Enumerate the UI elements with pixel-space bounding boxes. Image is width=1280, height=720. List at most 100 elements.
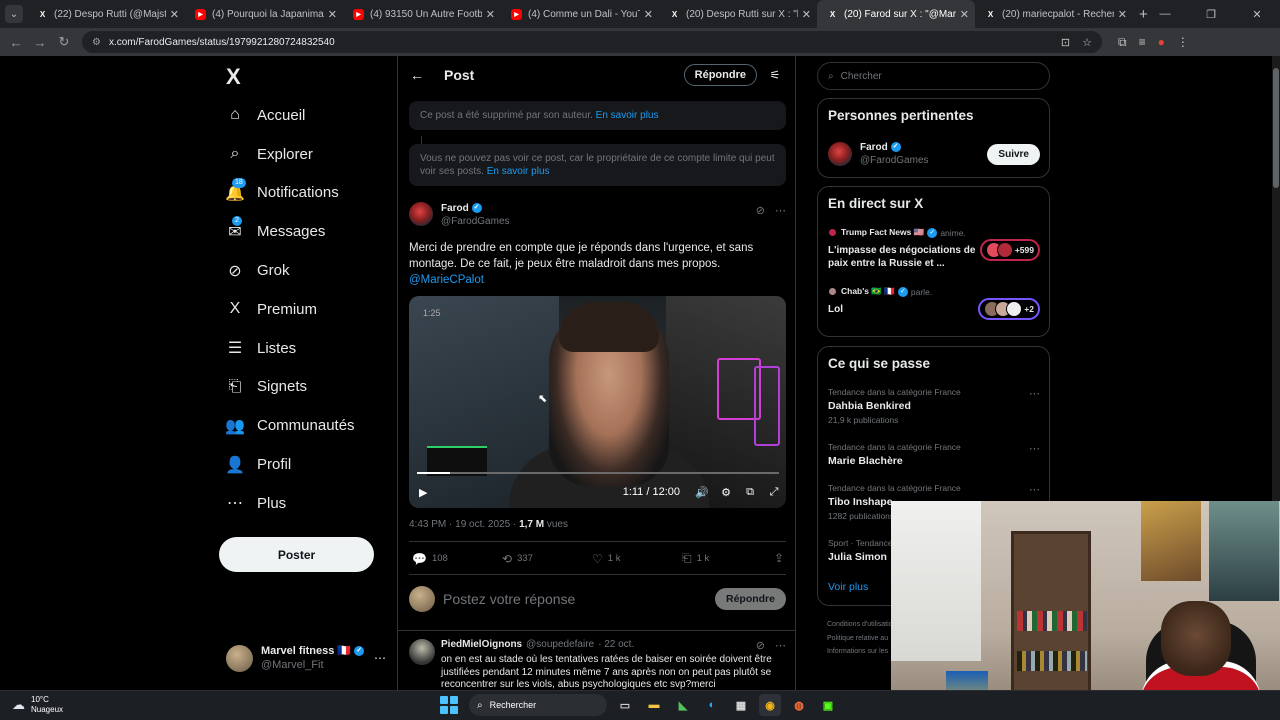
nav-item-explorer[interactable]: ⌕ Explorer — [224, 135, 394, 174]
share-icon[interactable]: ⇪ — [774, 551, 784, 566]
see-more-link[interactable]: Voir plus — [828, 581, 868, 593]
bookmark-action[interactable]: ⎗ 1 k — [682, 551, 772, 566]
settings-gear-icon[interactable]: ⚙ — [714, 486, 738, 499]
close-tab-icon[interactable]: ✕ — [1118, 8, 1127, 21]
close-tab-icon[interactable]: ✕ — [486, 8, 495, 21]
bookmark-star-icon[interactable]: ☆ — [1082, 36, 1092, 49]
reply-submit-button[interactable]: Répondre — [714, 588, 786, 610]
more-options-icon[interactable]: ⋯ — [374, 651, 386, 665]
browser-tab[interactable]: ▶ (4) Comme un Dali - YouTube ✕ — [501, 0, 659, 28]
firefox-icon[interactable]: ◍ — [788, 694, 810, 716]
back-arrow-icon[interactable]: ← — [410, 67, 424, 83]
minimize-icon[interactable]: — — [1142, 8, 1188, 20]
reply-author-handle[interactable]: @soupedefaire — [526, 639, 594, 652]
more-options-icon[interactable]: ⋯ — [1029, 442, 1040, 455]
footer-link[interactable]: Politique relative au — [827, 632, 896, 646]
header-reply-button[interactable]: Répondre — [683, 64, 757, 86]
grok-icon[interactable]: ⊘ — [756, 204, 765, 217]
learn-more-link[interactable]: En savoir plus — [596, 110, 659, 121]
scrollbar-thumb[interactable] — [1273, 68, 1279, 188]
picture-in-picture-icon[interactable]: ⧉ — [738, 486, 762, 499]
live-item[interactable]: Trump Fact News 🇺🇸 ✓ anime. L'impasse des … — [828, 227, 1040, 270]
install-app-icon[interactable]: ⊡ — [1061, 36, 1070, 49]
like-action[interactable]: ♡ 1 k — [592, 551, 682, 566]
grok-icon[interactable]: ⊘ — [756, 639, 765, 652]
reply-date[interactable]: · 22 oct. — [598, 639, 634, 652]
reply-action[interactable]: 💬 108 — [412, 551, 502, 566]
post-timestamp[interactable]: 4:43 PM · 19 oct. 2025 · — [409, 519, 516, 530]
footer-link[interactable]: Conditions d'utilisation — [827, 618, 896, 632]
trend-item[interactable]: Tendance dans la catégorie France Marie … — [828, 442, 1040, 467]
nav-item-accueil[interactable]: ⌂ Accueil — [224, 96, 394, 135]
tab-search-icon[interactable]: ⌄ — [5, 5, 23, 23]
mention-link[interactable]: @MarieCPalot — [409, 274, 484, 286]
close-tab-icon[interactable]: ✕ — [170, 8, 179, 21]
nav-item-grok[interactable]: ⊘ Grok — [224, 251, 394, 290]
nav-item-messages[interactable]: ✉ 2 Messages — [224, 212, 394, 251]
extensions-icon[interactable]: ⧉ — [1118, 35, 1127, 50]
search-input[interactable]: ⌕ Chercher — [817, 62, 1050, 90]
live-item[interactable]: Chab's 🇧🇷 🇫🇷 ✓ parle. Lol +2 — [828, 286, 1040, 320]
adjust-settings-icon[interactable]: ⚟ — [763, 68, 787, 82]
back-arrow-icon[interactable]: ← — [4, 35, 28, 50]
more-options-icon[interactable]: ⋯ — [1029, 387, 1040, 400]
avatar[interactable] — [409, 202, 433, 226]
windows-start-icon[interactable] — [440, 696, 458, 714]
reply-author-name[interactable]: PiedMielOignons — [441, 639, 522, 652]
close-tab-icon[interactable]: ✕ — [960, 8, 969, 21]
browser-tab[interactable]: ▶ (4) Pourquoi la Japanimation va ✕ — [185, 0, 343, 28]
maximize-icon[interactable]: ❐ — [1188, 8, 1234, 21]
chrome-icon[interactable]: ◉ — [759, 694, 781, 716]
x-logo[interactable]: X — [226, 64, 241, 90]
fullscreen-icon[interactable]: ⤢ — [762, 486, 786, 499]
nav-item-profil[interactable]: 👤 Profil — [224, 445, 394, 484]
browser-tab[interactable]: X (22) Despo Rutti (@MajsterOfficiel) ✕ — [27, 0, 185, 28]
close-tab-icon[interactable]: ✕ — [644, 8, 653, 21]
nvidia-icon[interactable]: ◣ — [672, 694, 694, 716]
video-progress-track[interactable] — [417, 472, 779, 474]
nav-item-premium[interactable]: X Premium — [224, 290, 394, 329]
nav-item-signets[interactable]: ⎗ Signets — [224, 368, 394, 407]
repost-action[interactable]: ⟲ 337 — [502, 551, 592, 566]
browser-tab[interactable]: X (20) Farod sur X : "@MariePalot ✕ — [817, 0, 975, 28]
browser-menu-icon[interactable]: ⋮ — [1177, 35, 1189, 50]
close-tab-icon[interactable]: ✕ — [802, 8, 811, 21]
more-options-icon[interactable]: ⋯ — [775, 204, 786, 217]
forward-arrow-icon[interactable]: → — [28, 35, 52, 50]
weather-widget[interactable]: ☁ 10°C Nuageux — [12, 695, 63, 715]
volume-icon[interactable]: 🔊 — [690, 486, 714, 499]
video-player[interactable]: 1:25 ▶ 1:11 / 12:00 🔊 ⚙ ⧉ ⤢ — [409, 296, 786, 508]
edge-icon[interactable]: ◐ — [701, 694, 723, 716]
nav-item-notifications[interactable]: 🔔 18 Notifications — [224, 174, 394, 213]
store-icon[interactable]: ▦ — [730, 694, 752, 716]
nav-item-plus[interactable]: ⋯ Plus — [224, 484, 394, 523]
nav-item-listes[interactable]: ☰ Listes — [224, 329, 394, 368]
trend-item[interactable]: Tendance dans la catégorie France Dahbia… — [828, 387, 1040, 425]
avatar[interactable] — [409, 639, 435, 665]
reply-input[interactable]: Postez votre réponse — [443, 591, 575, 607]
footer-link[interactable]: Informations sur les — [827, 645, 896, 659]
task-view-icon[interactable]: ▭ — [614, 694, 636, 716]
more-options-icon[interactable]: ⋯ — [1029, 483, 1040, 496]
relevant-person[interactable]: Farod ✓ @FarodGames Suivre — [828, 139, 1040, 169]
play-icon[interactable]: ▶ — [419, 486, 427, 499]
nav-item-communauts[interactable]: 👥 Communautés — [224, 406, 394, 445]
profile-avatar-icon[interactable]: ● — [1158, 35, 1165, 50]
browser-tab[interactable]: ▶ (4) 93150 Un Autre Football Ep ✕ — [343, 0, 501, 28]
taskbar-search[interactable]: ⌕ Rechercher — [469, 694, 607, 716]
follow-button[interactable]: Suivre — [987, 143, 1040, 165]
close-tab-icon[interactable]: ✕ — [328, 8, 337, 21]
more-options-icon[interactable]: ⋯ — [775, 639, 786, 652]
address-bar[interactable]: ⚙ x.com/FarodGames/status/19799212807248… — [82, 31, 1102, 53]
browser-tab[interactable]: X (20) mariecpalot - Recherche / ✕ — [975, 0, 1133, 28]
browser-tab[interactable]: X (20) Despo Rutti sur X : "https:// ✕ — [659, 0, 817, 28]
file-explorer-icon[interactable]: ▬ — [643, 694, 665, 716]
learn-more-link[interactable]: En savoir plus — [487, 166, 550, 177]
post-button[interactable]: Poster — [219, 537, 374, 572]
close-window-icon[interactable]: ✕ — [1234, 8, 1280, 21]
author-name[interactable]: Farod ✓ — [441, 202, 510, 215]
kick-app-icon[interactable]: ▣ — [817, 694, 839, 716]
account-switcher[interactable]: Marvel fitness 🇫🇷 ✓ @Marvel_Fit ⋯ — [226, 642, 386, 674]
media-icon[interactable]: ≡ — [1139, 35, 1146, 50]
site-info-icon[interactable]: ⚙ — [92, 37, 101, 48]
